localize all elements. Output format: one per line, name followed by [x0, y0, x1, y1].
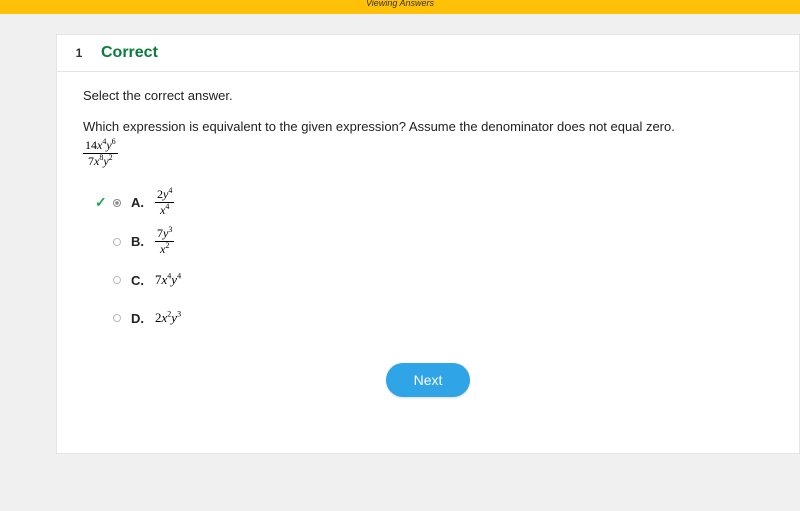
option-letter: B.	[131, 234, 155, 249]
answer-option-a[interactable]: ✓ A. 2y4 x4	[95, 187, 773, 218]
given-expression: 14x4y6 7x8y2	[83, 138, 773, 169]
answer-option-b[interactable]: B. 7y3 x2	[95, 226, 773, 257]
radio-b[interactable]	[113, 238, 121, 246]
page-header: Viewing Answers	[0, 0, 800, 14]
prompt-text: Which expression is equivalent to the gi…	[83, 119, 773, 134]
answer-list: ✓ A. 2y4 x4 B.	[95, 187, 773, 333]
option-expression: 2y4 x4	[155, 187, 174, 218]
card-body: Select the correct answer. Which express…	[57, 72, 799, 417]
radio-a[interactable]	[113, 199, 121, 207]
option-expression: 7x4y4	[155, 272, 181, 288]
question-number: 1	[67, 43, 91, 63]
next-button[interactable]: Next	[386, 363, 471, 397]
answer-option-c[interactable]: C. 7x4y4	[95, 265, 773, 295]
instruction-text: Select the correct answer.	[83, 88, 773, 103]
given-fraction: 14x4y6 7x8y2	[83, 138, 118, 169]
header-title: Viewing Answers	[366, 0, 434, 8]
status-label: Correct	[101, 44, 158, 62]
option-letter: A.	[131, 195, 155, 210]
question-card: 1 Correct Select the correct answer. Whi…	[56, 34, 800, 454]
option-letter: D.	[131, 311, 155, 326]
card-header: 1 Correct	[57, 35, 799, 72]
radio-c[interactable]	[113, 276, 121, 284]
check-icon: ✓	[95, 194, 113, 211]
option-expression: 2x2y3	[155, 310, 181, 326]
option-expression: 7y3 x2	[155, 226, 174, 257]
radio-d[interactable]	[113, 314, 121, 322]
answer-option-d[interactable]: D. 2x2y3	[95, 303, 773, 333]
option-letter: C.	[131, 273, 155, 288]
